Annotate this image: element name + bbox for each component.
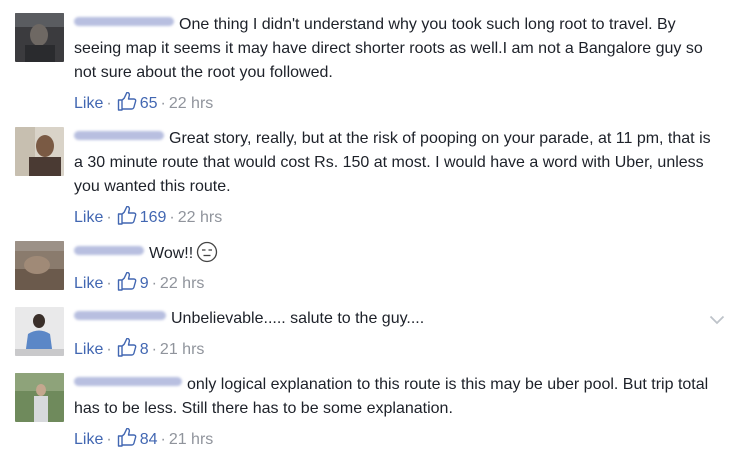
separator: · xyxy=(160,431,166,448)
separator: · xyxy=(106,209,112,226)
timestamp[interactable]: 22 hrs xyxy=(160,275,204,292)
comment-body: only logical explanation to this route i… xyxy=(74,373,714,421)
comment-actions: Like · 84 · 21 hrs xyxy=(74,427,213,450)
avatar[interactable] xyxy=(15,307,64,356)
like-button[interactable]: Like xyxy=(74,95,103,112)
avatar[interactable] xyxy=(15,127,64,176)
thumbs-up-icon[interactable] xyxy=(117,205,137,232)
thumbs-up-icon[interactable] xyxy=(117,271,137,298)
comment-body: Unbelievable..... salute to the guy.... xyxy=(74,307,714,331)
comment-body: One thing I didn't understand why you to… xyxy=(74,13,714,85)
comment-actions: Like · 65 · 22 hrs xyxy=(74,91,213,114)
comment-actions: Like · 9 · 22 hrs xyxy=(74,271,204,294)
commenter-name-blurred[interactable] xyxy=(74,311,166,320)
separator: · xyxy=(106,431,112,448)
like-count[interactable]: 84 xyxy=(140,431,158,448)
separator: · xyxy=(151,341,157,358)
avatar[interactable] xyxy=(15,373,64,422)
like-button[interactable]: Like xyxy=(74,341,103,358)
comment-actions: Like · 8 · 21 hrs xyxy=(74,337,204,360)
chevron-down-icon[interactable] xyxy=(709,312,725,330)
avatar[interactable] xyxy=(15,241,64,290)
separator: · xyxy=(106,275,112,292)
like-count[interactable]: 8 xyxy=(140,341,149,358)
like-button[interactable]: Like xyxy=(74,431,103,448)
thumbs-up-icon[interactable] xyxy=(117,427,137,454)
separator: · xyxy=(151,275,157,292)
commenter-name-blurred[interactable] xyxy=(74,17,174,26)
separator: · xyxy=(106,95,112,112)
separator: · xyxy=(169,209,175,226)
like-button[interactable]: Like xyxy=(74,275,103,292)
separator: · xyxy=(106,341,112,358)
thumbs-up-icon[interactable] xyxy=(117,337,137,364)
separator: · xyxy=(160,95,166,112)
like-count[interactable]: 169 xyxy=(140,209,167,226)
thumbs-up-icon[interactable] xyxy=(117,91,137,118)
like-button[interactable]: Like xyxy=(74,209,103,226)
comment-text: Wow!! xyxy=(149,245,194,262)
commenter-name-blurred[interactable] xyxy=(74,131,164,140)
timestamp[interactable]: 21 hrs xyxy=(169,431,213,448)
avatar[interactable] xyxy=(15,13,64,62)
comment-text: Unbelievable..... salute to the guy.... xyxy=(171,310,425,327)
timestamp[interactable]: 21 hrs xyxy=(160,341,204,358)
commenter-name-blurred[interactable] xyxy=(74,246,144,255)
comment-text: Great story, really, but at the risk of … xyxy=(74,130,711,195)
like-count[interactable]: 9 xyxy=(140,275,149,292)
comment-actions: Like · 169 · 22 hrs xyxy=(74,205,222,228)
comment-body: Great story, really, but at the risk of … xyxy=(74,127,714,199)
comment-body: Wow!! xyxy=(74,241,714,271)
commenter-name-blurred[interactable] xyxy=(74,377,182,386)
timestamp[interactable]: 22 hrs xyxy=(169,95,213,112)
expressionless-face-icon xyxy=(196,241,218,271)
like-count[interactable]: 65 xyxy=(140,95,158,112)
timestamp[interactable]: 22 hrs xyxy=(178,209,222,226)
